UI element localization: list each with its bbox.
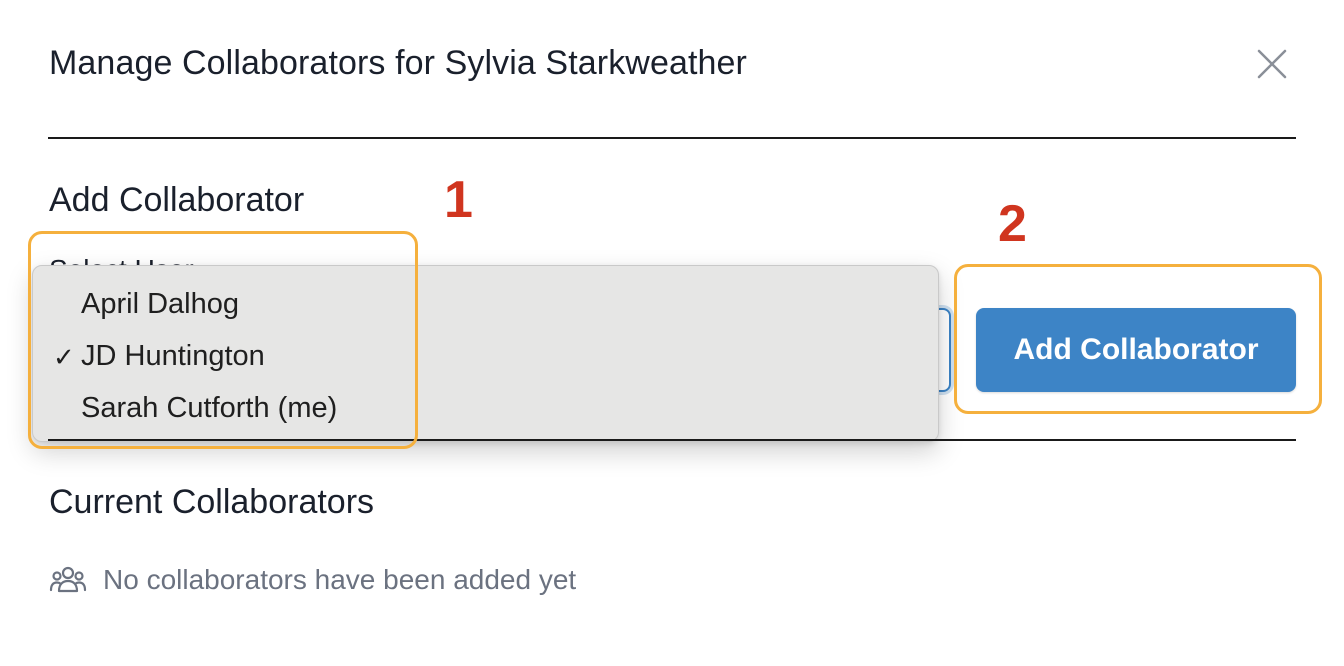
empty-state-message: No collaborators have been added yet: [103, 564, 577, 595]
annotation-step-1: 1: [444, 171, 473, 229]
empty-state: No collaborators have been added yet: [49, 560, 576, 600]
annotation-highlight-dropdown: [28, 231, 418, 449]
manage-collaborators-modal: Manage Collaborators for Sylvia Starkwea…: [0, 0, 1344, 666]
annotation-highlight-add-button: [954, 264, 1322, 414]
close-icon: [1257, 49, 1287, 79]
header-divider: [48, 137, 1296, 139]
annotation-step-2: 2: [998, 195, 1027, 253]
modal-title: Manage Collaborators for Sylvia Starkwea…: [49, 44, 747, 82]
add-collaborator-heading: Add Collaborator: [49, 181, 305, 219]
current-collaborators-heading: Current Collaborators: [49, 483, 375, 521]
close-button[interactable]: [1250, 42, 1294, 86]
users-icon: [49, 566, 87, 593]
